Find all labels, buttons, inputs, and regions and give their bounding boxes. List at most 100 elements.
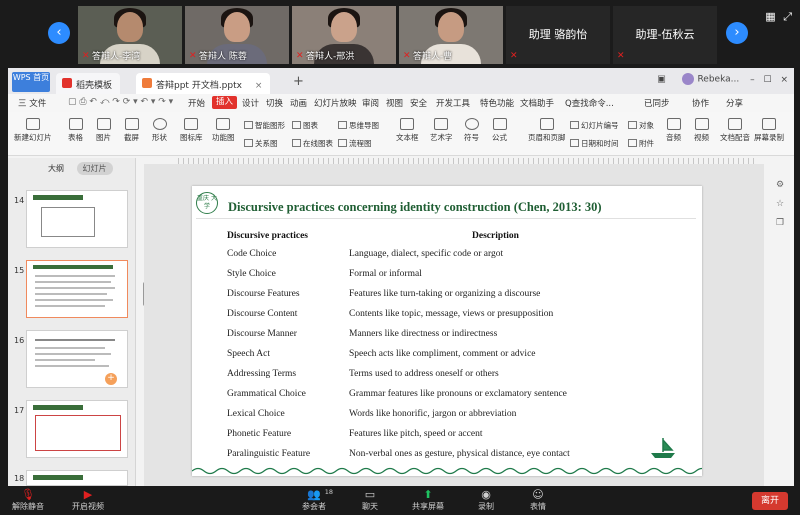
menu-design[interactable]: 设计 <box>242 97 259 109</box>
slide-thumbnail-panel: 大纲 幻灯片 14 15 16 + 17 18 <box>8 158 136 486</box>
thumb-line <box>35 347 105 349</box>
settings-icon[interactable]: ⚙ <box>770 180 790 190</box>
textbox-button[interactable]: 文本框 <box>396 118 419 143</box>
tab-template[interactable]: 稻壳模板 <box>56 73 121 94</box>
symbol-button[interactable]: 符号 <box>464 118 479 143</box>
menu-insert[interactable]: 插入 <box>212 96 238 109</box>
maximize-icon[interactable]: ☐ <box>764 75 772 85</box>
close-icon[interactable]: × <box>255 81 263 91</box>
picture-button[interactable]: 图片 <box>96 118 111 143</box>
shape-button[interactable]: 形状 <box>152 118 167 143</box>
audio-button[interactable]: 音频 <box>666 118 681 143</box>
slide-thumbnail[interactable] <box>26 400 128 458</box>
slide-thumbnail[interactable]: + <box>26 330 128 388</box>
table-row: Style Choice Formal or informal <box>227 269 422 279</box>
menu-transition[interactable]: 切换 <box>266 97 283 109</box>
chat-button[interactable]: ▭ 聊天 <box>362 488 378 512</box>
wordart-button[interactable]: 艺术字 <box>430 118 453 143</box>
minimize-icon[interactable]: – <box>750 75 755 85</box>
video-tile[interactable]: ✕ 答辩人-曹 <box>399 6 503 64</box>
thumb-line <box>35 275 115 277</box>
record-button[interactable]: ◉ 录制 <box>478 488 494 512</box>
collab-button[interactable]: 协作 <box>692 97 709 109</box>
layout-icon[interactable]: ▣ <box>657 75 666 85</box>
video-tile[interactable]: ✕ 答辩人-李湾 <box>78 6 182 64</box>
window-controls: ▣ Rebeka... – ☐ × <box>657 73 788 85</box>
command-search[interactable]: Q查找命令... <box>565 97 614 109</box>
add-icon[interactable]: + <box>105 373 117 385</box>
star-icon[interactable]: ☆ <box>770 199 790 209</box>
menu-animation[interactable]: 动画 <box>290 97 307 109</box>
flowchart-button[interactable]: 流程图 <box>338 138 372 149</box>
menu-review[interactable]: 审阅 <box>362 97 379 109</box>
tab-outline[interactable]: 大纲 <box>48 164 64 173</box>
pi-icon <box>492 118 507 130</box>
leave-meeting-button[interactable]: 离开 <box>752 492 788 510</box>
current-slide[interactable]: 重庆 大学 Discursive practices concerning id… <box>192 186 702 476</box>
screenshot-button[interactable]: 截屏 <box>124 118 139 143</box>
menu-assistant[interactable]: 文档助手 <box>520 97 554 109</box>
relation-chart-button[interactable]: 关系图 <box>244 138 278 149</box>
menu-security[interactable]: 安全 <box>410 97 427 109</box>
icon-library-icon <box>184 118 199 130</box>
share-screen-button[interactable]: ⬆ 共享屏幕 <box>412 488 444 512</box>
screen-record-button[interactable]: 屏幕录制 <box>754 118 784 143</box>
table-button[interactable]: 表格 <box>68 118 83 143</box>
gallery-view-icon[interactable]: ▦ <box>765 10 775 23</box>
tab-label: 答辩ppt 开文档.pptx <box>156 81 242 91</box>
chart-button[interactable]: 图表 <box>292 120 318 131</box>
header-footer-button[interactable]: 页眉和页脚 <box>528 118 566 143</box>
thumb-line <box>35 353 111 355</box>
slide-thumbnail-selected[interactable] <box>26 260 128 318</box>
video-tile[interactable]: 助理-伍秋云 ✕ <box>613 6 717 64</box>
unmute-button[interactable]: 🎙 解除静音 <box>12 488 44 512</box>
participants-button[interactable]: 👥 参会者 18 <box>302 488 333 512</box>
meeting-toolbar: 🎙 解除静音 ▶ 开启视频 👥 参会者 18 ▭ 聊天 ⬆ 共享屏幕 ◉ 录制 ☺ 表情 离开 <box>0 486 800 515</box>
slide-number-button[interactable]: 幻灯片编号 <box>570 120 619 131</box>
tab-slides[interactable]: 幻灯片 <box>76 162 113 175</box>
function-chart-button[interactable]: 功能图 <box>212 118 235 143</box>
participant-name: 助理 骆韵怡 <box>528 28 588 41</box>
slide-thumbnail[interactable] <box>26 190 128 248</box>
slide-number: 15 <box>14 266 25 275</box>
formula-button[interactable]: 公式 <box>492 118 507 143</box>
gallery-next-button[interactable]: › <box>726 22 748 44</box>
icon-library-button[interactable]: 图标库 <box>180 118 203 143</box>
tab-document[interactable]: 答辩ppt 开文档.pptx × <box>136 73 271 94</box>
wps-home-tab[interactable]: WPS 首页 <box>12 72 50 92</box>
date-time-button[interactable]: 日期和时间 <box>570 138 619 149</box>
attachment-button[interactable]: 附件 <box>628 138 654 149</box>
menu-features[interactable]: 特色功能 <box>480 97 514 109</box>
share-button[interactable]: 分享 <box>726 97 743 109</box>
sync-status[interactable]: 已同步 <box>644 97 670 109</box>
video-tile[interactable]: 助理 骆韵怡 ✕ <box>506 6 610 64</box>
slide-canvas: 重庆 大学 Discursive practices concerning id… <box>144 164 764 486</box>
avatar[interactable] <box>682 73 695 85</box>
mind-map-button[interactable]: 思维导图 <box>338 120 379 131</box>
video-button[interactable]: 视频 <box>694 118 709 143</box>
start-video-button[interactable]: ▶ 开启视频 <box>72 488 104 512</box>
new-slide-button[interactable]: 新建幻灯片 <box>14 118 52 143</box>
close-window-icon[interactable]: × <box>780 75 788 85</box>
reactions-button[interactable]: ☺ 表情 <box>530 488 546 512</box>
participant-name: 答辩人-李湾 <box>92 52 141 62</box>
gallery-prev-button[interactable]: ‹ <box>48 22 70 44</box>
object-button[interactable]: 对象 <box>628 120 654 131</box>
copy-icon[interactable]: ❐ <box>770 218 790 228</box>
muted-mic-icon: ✕ <box>617 51 625 61</box>
menu-file[interactable]: 三 文件 <box>18 97 46 109</box>
menu-start[interactable]: 开始 <box>188 97 205 109</box>
fullscreen-icon[interactable]: ⤢ <box>783 10 792 23</box>
menu-view[interactable]: 视图 <box>386 97 403 109</box>
menu-slideshow[interactable]: 幻灯片放映 <box>314 97 357 109</box>
smart-art-button[interactable]: 智能图形 <box>244 120 285 131</box>
video-tile[interactable]: ✕ 答辩人-邢洪 <box>292 6 396 64</box>
slide-thumbnail[interactable] <box>26 470 128 486</box>
menu-developer[interactable]: 开发工具 <box>436 97 470 109</box>
participant-face <box>438 12 464 42</box>
video-tile[interactable]: ✕ 答辩人 陈蓉 <box>185 6 289 64</box>
online-chart-button[interactable]: 在线图表 <box>292 138 333 149</box>
dubbing-button[interactable]: 文档配音 <box>720 118 750 143</box>
quick-access-toolbar[interactable]: ▢ ⎙ ↶ ⤺ ↷ ⟳ ▾ ↶ ▾ ↷ ▾ <box>68 97 173 107</box>
new-tab-button[interactable]: + <box>293 74 304 89</box>
